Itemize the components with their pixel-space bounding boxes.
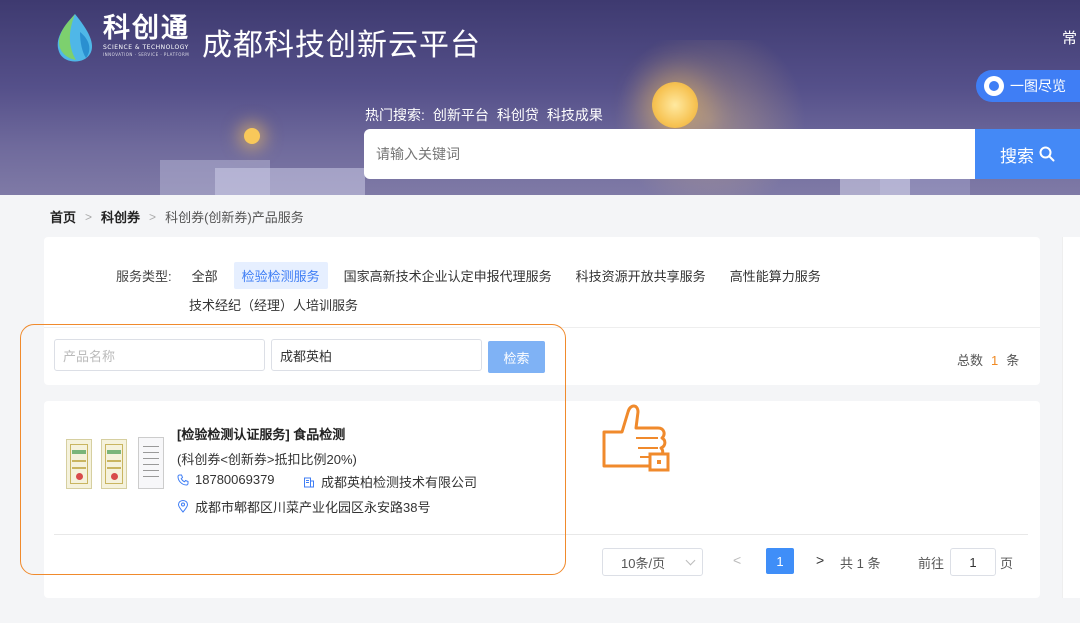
- total-label: 总数: [957, 353, 984, 368]
- brand-logo-text: 科创通 SCIENCE & TECHNOLOGY INNOVATION · SE…: [103, 14, 190, 58]
- search-input[interactable]: [364, 129, 976, 179]
- hot-search-label: 热门搜索:: [365, 107, 425, 123]
- goto-unit: 页: [1000, 556, 1014, 571]
- logo-icon[interactable]: [50, 12, 100, 66]
- filter-tag-broker-training[interactable]: 技术经纪（经理）人培训服务: [189, 295, 358, 314]
- filter-tag-all[interactable]: 全部: [184, 262, 226, 289]
- chevron-right-icon: >: [85, 209, 93, 224]
- goto-page-input[interactable]: 1: [950, 548, 996, 576]
- site-title: 成都科技创新云平台: [202, 29, 481, 62]
- chevron-down-icon: [685, 555, 696, 566]
- total-count: 总数 1 条: [957, 350, 1019, 369]
- hot-search-item[interactable]: 科创贷: [497, 107, 539, 123]
- hot-search: 热门搜索: 创新平台 科创贷 科技成果: [365, 105, 611, 125]
- filter-tag-testing[interactable]: 检验检测服务: [233, 262, 328, 289]
- overview-button[interactable]: 一图尽览: [976, 70, 1080, 102]
- total-unit: 条: [1006, 353, 1020, 368]
- brand-name: 科创通: [103, 13, 190, 44]
- prev-page-button[interactable]: <: [733, 552, 741, 568]
- search-icon: [1039, 146, 1055, 162]
- banner-building: [215, 168, 365, 195]
- pagination-total: 共 1 条: [840, 556, 881, 571]
- goto-label: 前往: [918, 556, 945, 571]
- breadcrumb-section[interactable]: 科创券: [101, 207, 140, 226]
- highlight-annotation: [20, 324, 566, 575]
- page-number-current[interactable]: 1: [766, 548, 794, 574]
- breadcrumb-home[interactable]: 首页: [50, 207, 76, 226]
- banner-sun: [652, 82, 698, 128]
- thumbs-up-icon: [602, 404, 670, 472]
- filter-label: 服务类型:: [116, 269, 172, 284]
- filter-tag-resource-sharing[interactable]: 科技资源开放共享服务: [568, 262, 714, 289]
- globe-icon: [984, 76, 1004, 96]
- hot-search-item[interactable]: 科技成果: [547, 107, 603, 123]
- brand-subtitle: SCIENCE & TECHNOLOGY: [103, 44, 189, 51]
- total-number: 1: [991, 353, 999, 368]
- side-panel: [1062, 237, 1080, 598]
- filter-tag-computing[interactable]: 高性能算力服务: [722, 262, 829, 289]
- page-size-value: 10条/页: [621, 555, 666, 571]
- overview-button-label: 一图尽览: [1010, 78, 1066, 94]
- breadcrumb: 首页 > 科创券 > 科创券(创新券)产品服务: [50, 207, 304, 226]
- brand-subtitle-small: INNOVATION · SERVICE · PLATFORM: [103, 52, 190, 57]
- next-page-button[interactable]: >: [816, 552, 824, 568]
- breadcrumb-current: 科创券(创新券)产品服务: [165, 210, 304, 225]
- header-corner-text[interactable]: 常: [1062, 27, 1077, 48]
- banner-light: [244, 128, 260, 144]
- service-type-filter: 服务类型: 全部 检验检测服务 国家高新技术企业认定申报代理服务 科技资源开放共…: [116, 262, 837, 289]
- filter-tag-hightech[interactable]: 国家高新技术企业认定申报代理服务: [336, 262, 560, 289]
- page-size-select[interactable]: 10条/页: [602, 548, 703, 576]
- search-button[interactable]: 搜索: [975, 129, 1080, 179]
- page: 科创通 SCIENCE & TECHNOLOGY INNOVATION · SE…: [0, 0, 1080, 623]
- hot-search-item[interactable]: 创新平台: [433, 107, 489, 123]
- chevron-right-icon: >: [149, 209, 157, 224]
- search-button-label: 搜索: [1000, 146, 1034, 166]
